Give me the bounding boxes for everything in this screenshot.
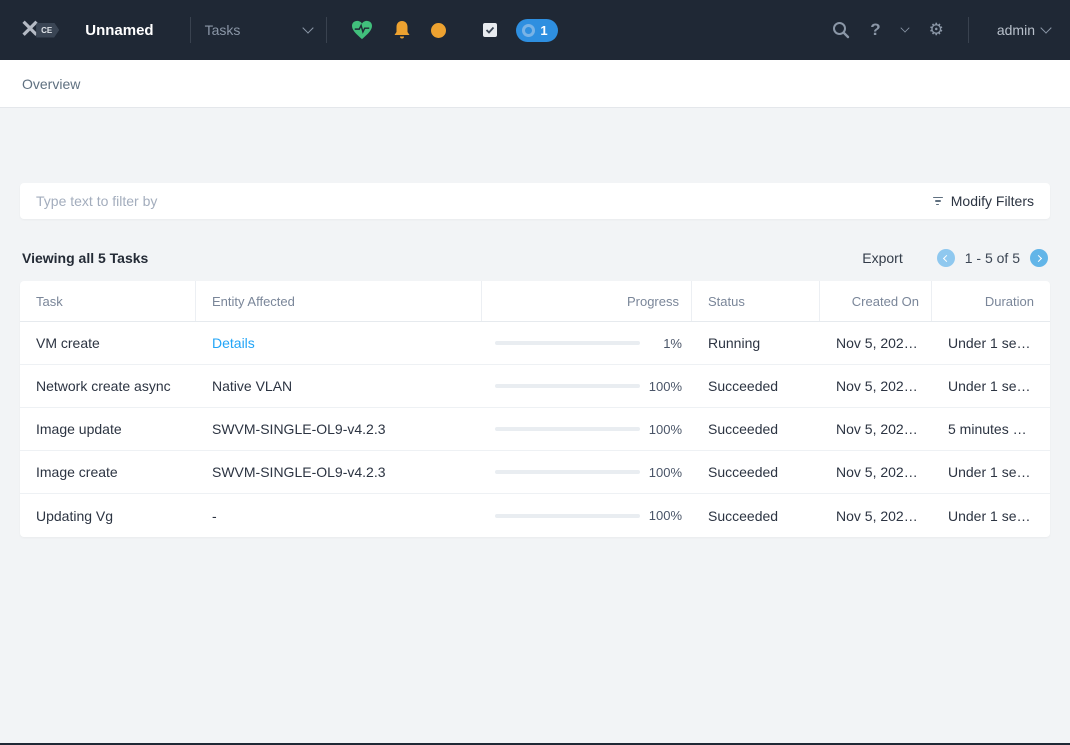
main-content: Modify Filters Viewing all 5 Tasks Expor… [0,183,1070,537]
modify-filters-button[interactable]: Modify Filters [933,193,1050,209]
progress-cell: 1% [482,336,692,351]
chevron-down-icon [1040,22,1051,33]
modify-filters-label: Modify Filters [951,193,1034,209]
export-button[interactable]: Export [862,250,902,266]
table-row[interactable]: Updating Vg - 100% Succeeded Nov 5, 2025… [20,494,1050,537]
tasks-table: Task Entity Affected Progress Status Cre… [20,281,1050,537]
table-row[interactable]: VM create Details 1% Running Nov 5, 2025… [20,322,1050,365]
settings-gear-icon[interactable]: ⚙ [929,20,944,40]
status-cell: Succeeded [692,378,820,394]
created-on-cell: Nov 5, 2025,... [820,421,932,437]
entity-affected-cell: - [196,508,482,524]
health-heart-icon[interactable] [351,20,373,40]
pagination-next-button[interactable] [1030,249,1048,267]
pagination-prev-button[interactable] [937,249,955,267]
column-header-status[interactable]: Status [692,281,820,321]
task-name-cell: Image update [20,421,196,437]
column-header-entity-affected[interactable]: Entity Affected [196,281,482,321]
column-header-progress[interactable]: Progress [482,281,692,321]
filter-funnel-icon [933,197,943,206]
column-header-task[interactable]: Task [20,281,196,321]
duration-cell: Under 1 seco... [932,378,1050,394]
warning-dot-icon[interactable] [431,23,446,38]
task-name-cell: Network create async [20,378,196,394]
progress-percent-label: 1% [640,336,682,351]
progress-cell: 100% [482,422,692,437]
created-on-cell: Nov 5, 2025,... [820,464,932,480]
search-icon[interactable] [832,21,850,39]
task-name-cell: VM create [20,335,196,351]
status-cell: Succeeded [692,464,820,480]
task-name-cell: Image create [20,464,196,480]
tasks-checkbox-icon[interactable] [482,22,498,38]
chevron-down-icon [303,22,314,33]
created-on-cell: Nov 5, 2025,... [820,335,932,351]
logo-x-icon: ✕ [20,18,38,42]
app-logo[interactable]: ✕ CE [20,18,59,42]
help-icon[interactable]: ? [870,20,880,40]
chevron-down-small-icon[interactable] [901,28,909,32]
table-row[interactable]: Network create async Native VLAN 100% Su… [20,365,1050,408]
duration-cell: Under 1 seco... [932,464,1050,480]
task-spinner-icon [522,24,535,37]
divider [190,17,191,43]
list-toolbar: Viewing all 5 Tasks Export 1 - 5 of 5 [20,249,1050,267]
ce-edition-badge: CE [36,23,59,38]
task-table-body: VM create Details 1% Running Nov 5, 2025… [20,322,1050,537]
duration-cell: Under 1 seco... [932,335,1050,351]
filter-text-input[interactable] [20,193,933,209]
progress-percent-label: 100% [640,379,682,394]
breadcrumb-bar: Overview [0,60,1070,108]
entity-affected-cell: SWVM-SINGLE-OL9-v4.2.3 [196,464,482,480]
nav-entity-label: Tasks [205,22,241,38]
progress-percent-label: 100% [640,422,682,437]
progress-bar-track [495,427,640,431]
chevron-right-icon [1034,254,1041,261]
user-menu[interactable]: admin [997,22,1050,38]
divider [968,17,969,43]
progress-cell: 100% [482,379,692,394]
progress-bar-track [495,514,640,518]
alerts-bell-icon[interactable] [393,20,411,40]
progress-bar-track [495,341,640,345]
pagination-range-label: 1 - 5 of 5 [965,250,1020,266]
duration-cell: 5 minutes 51... [932,421,1050,437]
entity-details-link[interactable]: Details [196,335,482,351]
table-header-row: Task Entity Affected Progress Status Cre… [20,281,1050,322]
created-on-cell: Nov 5, 2025,... [820,508,932,524]
task-name-cell: Updating Vg [20,508,196,524]
progress-percent-label: 100% [640,465,682,480]
chevron-left-icon [943,254,950,261]
page-title[interactable]: Overview [22,76,80,92]
status-cell: Succeeded [692,421,820,437]
pagination: 1 - 5 of 5 [937,249,1048,267]
entity-affected-cell: SWVM-SINGLE-OL9-v4.2.3 [196,421,482,437]
status-cell: Succeeded [692,508,820,524]
user-name: admin [997,22,1035,38]
divider [326,17,327,43]
cluster-name: Unnamed [85,22,153,39]
table-row[interactable]: Image update SWVM-SINGLE-OL9-v4.2.3 100%… [20,408,1050,451]
tasks-in-progress-badge[interactable]: 1 [516,19,557,42]
progress-percent-label: 100% [640,508,682,523]
progress-cell: 100% [482,465,692,480]
nav-entity-dropdown[interactable]: Tasks [205,22,313,38]
progress-bar-track [495,384,640,388]
duration-cell: Under 1 seco... [932,508,1050,524]
status-cell: Running [692,335,820,351]
top-header-bar: ✕ CE Unnamed Tasks 1 [0,0,1070,60]
column-header-created-on[interactable]: Created On [820,281,932,321]
created-on-cell: Nov 5, 2025,... [820,378,932,394]
progress-cell: 100% [482,508,692,523]
entity-affected-cell: Native VLAN [196,378,482,394]
task-count: 1 [540,23,547,38]
viewing-count-label: Viewing all 5 Tasks [22,250,148,266]
column-header-duration[interactable]: Duration [932,281,1050,321]
table-row[interactable]: Image create SWVM-SINGLE-OL9-v4.2.3 100%… [20,451,1050,494]
filter-bar: Modify Filters [20,183,1050,219]
progress-bar-track [495,470,640,474]
